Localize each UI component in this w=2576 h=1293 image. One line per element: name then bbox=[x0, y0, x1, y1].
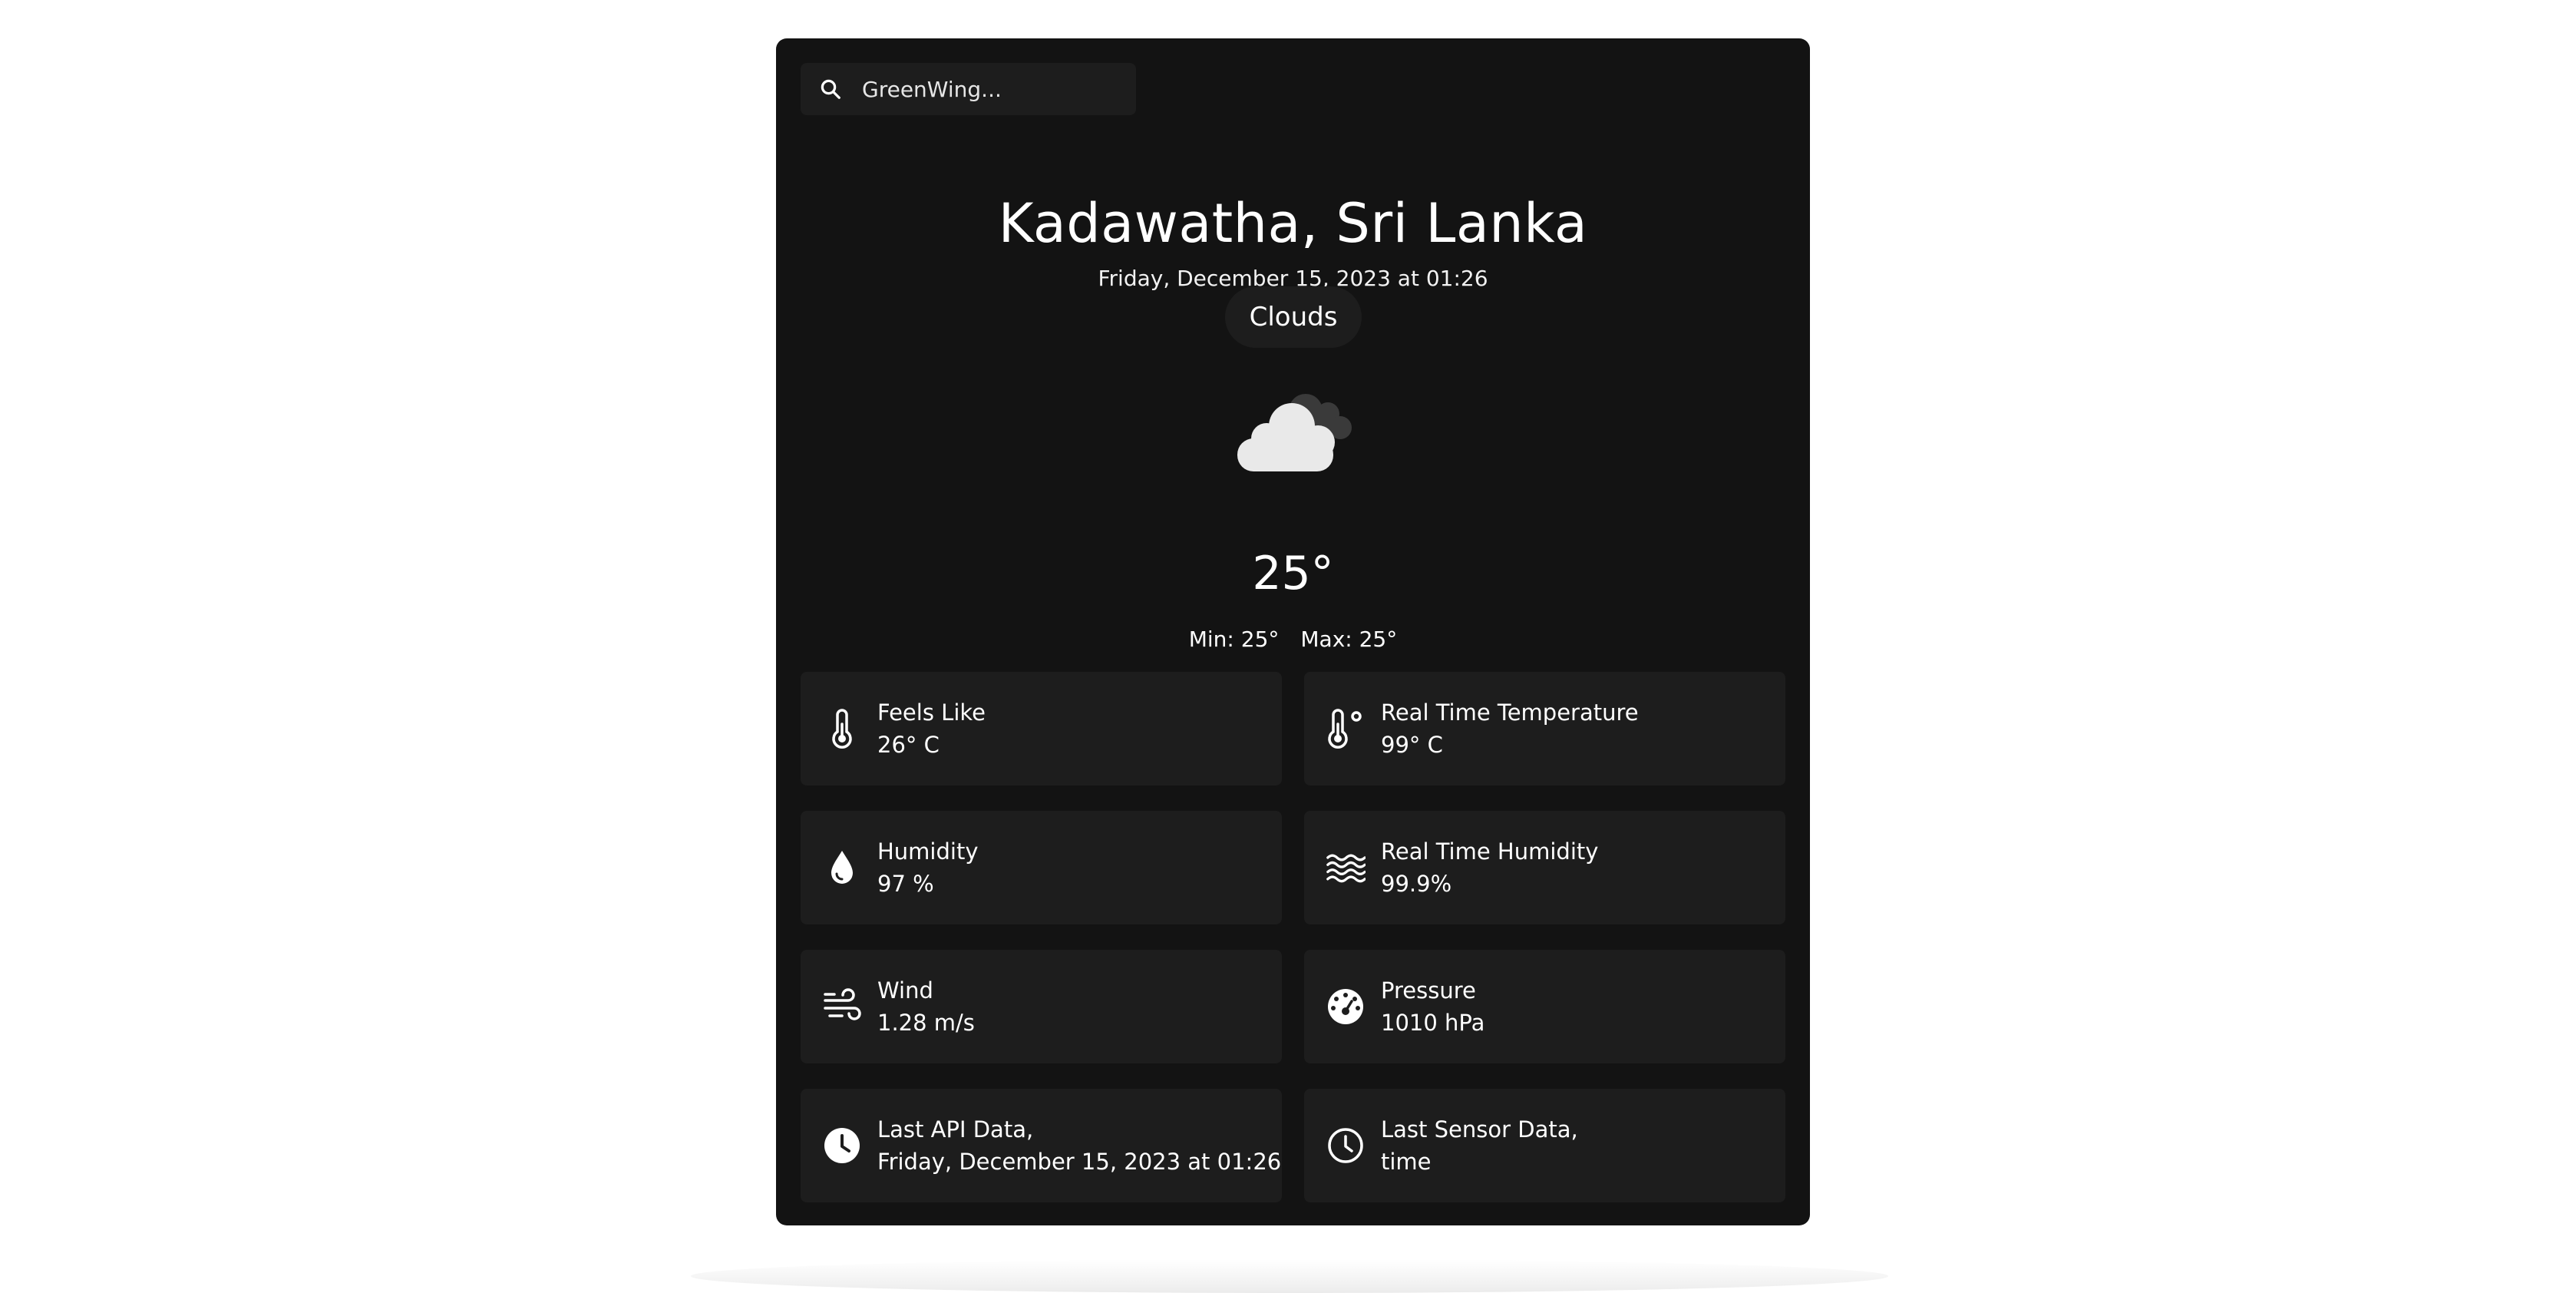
last-sensor-data-value: time bbox=[1381, 1149, 1432, 1175]
page: Kadawatha, Sri Lanka Friday, December 15… bbox=[0, 0, 2576, 1293]
real-time-temperature-tile: Real Time Temperature 99° C bbox=[1304, 672, 1785, 785]
location-title: Kadawatha, Sri Lanka bbox=[998, 192, 1588, 255]
max-temperature: Max: 25° bbox=[1300, 627, 1398, 652]
wind-value: 1.28 m/s bbox=[877, 1010, 975, 1036]
thermometer-degree-icon bbox=[1326, 709, 1366, 749]
clock-solid-icon bbox=[822, 1126, 862, 1166]
last-api-data-value: Friday, December 15, 2023 at 01:26 bbox=[877, 1149, 1282, 1175]
real-time-humidity-value: 99.9% bbox=[1381, 871, 1452, 897]
water-waves-icon bbox=[1326, 848, 1366, 888]
wind-tile: Wind 1.28 m/s bbox=[801, 950, 1282, 1063]
wind-label: Wind bbox=[877, 977, 933, 1004]
last-sensor-data-tile: Last Sensor Data, time bbox=[1304, 1089, 1785, 1202]
weather-card: Kadawatha, Sri Lanka Friday, December 15… bbox=[776, 38, 1810, 1225]
min-max-temperature: Min: 25° Max: 25° bbox=[776, 627, 1810, 652]
wind-icon bbox=[822, 987, 862, 1027]
last-sensor-data-label: Last Sensor Data, bbox=[1381, 1116, 1578, 1143]
real-time-temperature-value: 99° C bbox=[1381, 732, 1443, 758]
last-api-data-tile: Last API Data, Friday, December 15, 2023… bbox=[801, 1089, 1282, 1202]
clock-outline-icon bbox=[1326, 1126, 1366, 1166]
real-time-temperature-label: Real Time Temperature bbox=[1381, 699, 1639, 726]
humidity-value: 97 % bbox=[877, 871, 934, 897]
real-time-humidity-label: Real Time Humidity bbox=[1381, 838, 1599, 865]
humidity-label: Humidity bbox=[877, 838, 979, 865]
last-api-data-label: Last API Data, bbox=[877, 1116, 1034, 1143]
pressure-value: 1010 hPa bbox=[1381, 1010, 1485, 1036]
search-bar[interactable] bbox=[801, 63, 1136, 115]
humidity-tile: Humidity 97 % bbox=[801, 811, 1282, 924]
real-time-humidity-tile: Real Time Humidity 99.9% bbox=[1304, 811, 1785, 924]
search-input[interactable] bbox=[860, 75, 1125, 103]
min-temperature: Min: 25° bbox=[1188, 627, 1280, 652]
gauge-icon bbox=[1326, 987, 1366, 1027]
pressure-label: Pressure bbox=[1381, 977, 1476, 1004]
current-temperature: 25° bbox=[1252, 547, 1334, 600]
pressure-tile: Pressure 1010 hPa bbox=[1304, 950, 1785, 1063]
thermometer-icon bbox=[822, 709, 862, 749]
feels-like-label: Feels Like bbox=[877, 699, 986, 726]
feels-like-value: 26° C bbox=[877, 732, 940, 758]
droplet-icon bbox=[822, 848, 862, 888]
cloud-icon bbox=[1233, 388, 1356, 488]
section-shadow bbox=[691, 1259, 1888, 1293]
feels-like-tile: Feels Like 26° C bbox=[801, 672, 1282, 785]
condition-badge: Clouds bbox=[1225, 286, 1362, 348]
search-icon[interactable] bbox=[817, 76, 844, 102]
